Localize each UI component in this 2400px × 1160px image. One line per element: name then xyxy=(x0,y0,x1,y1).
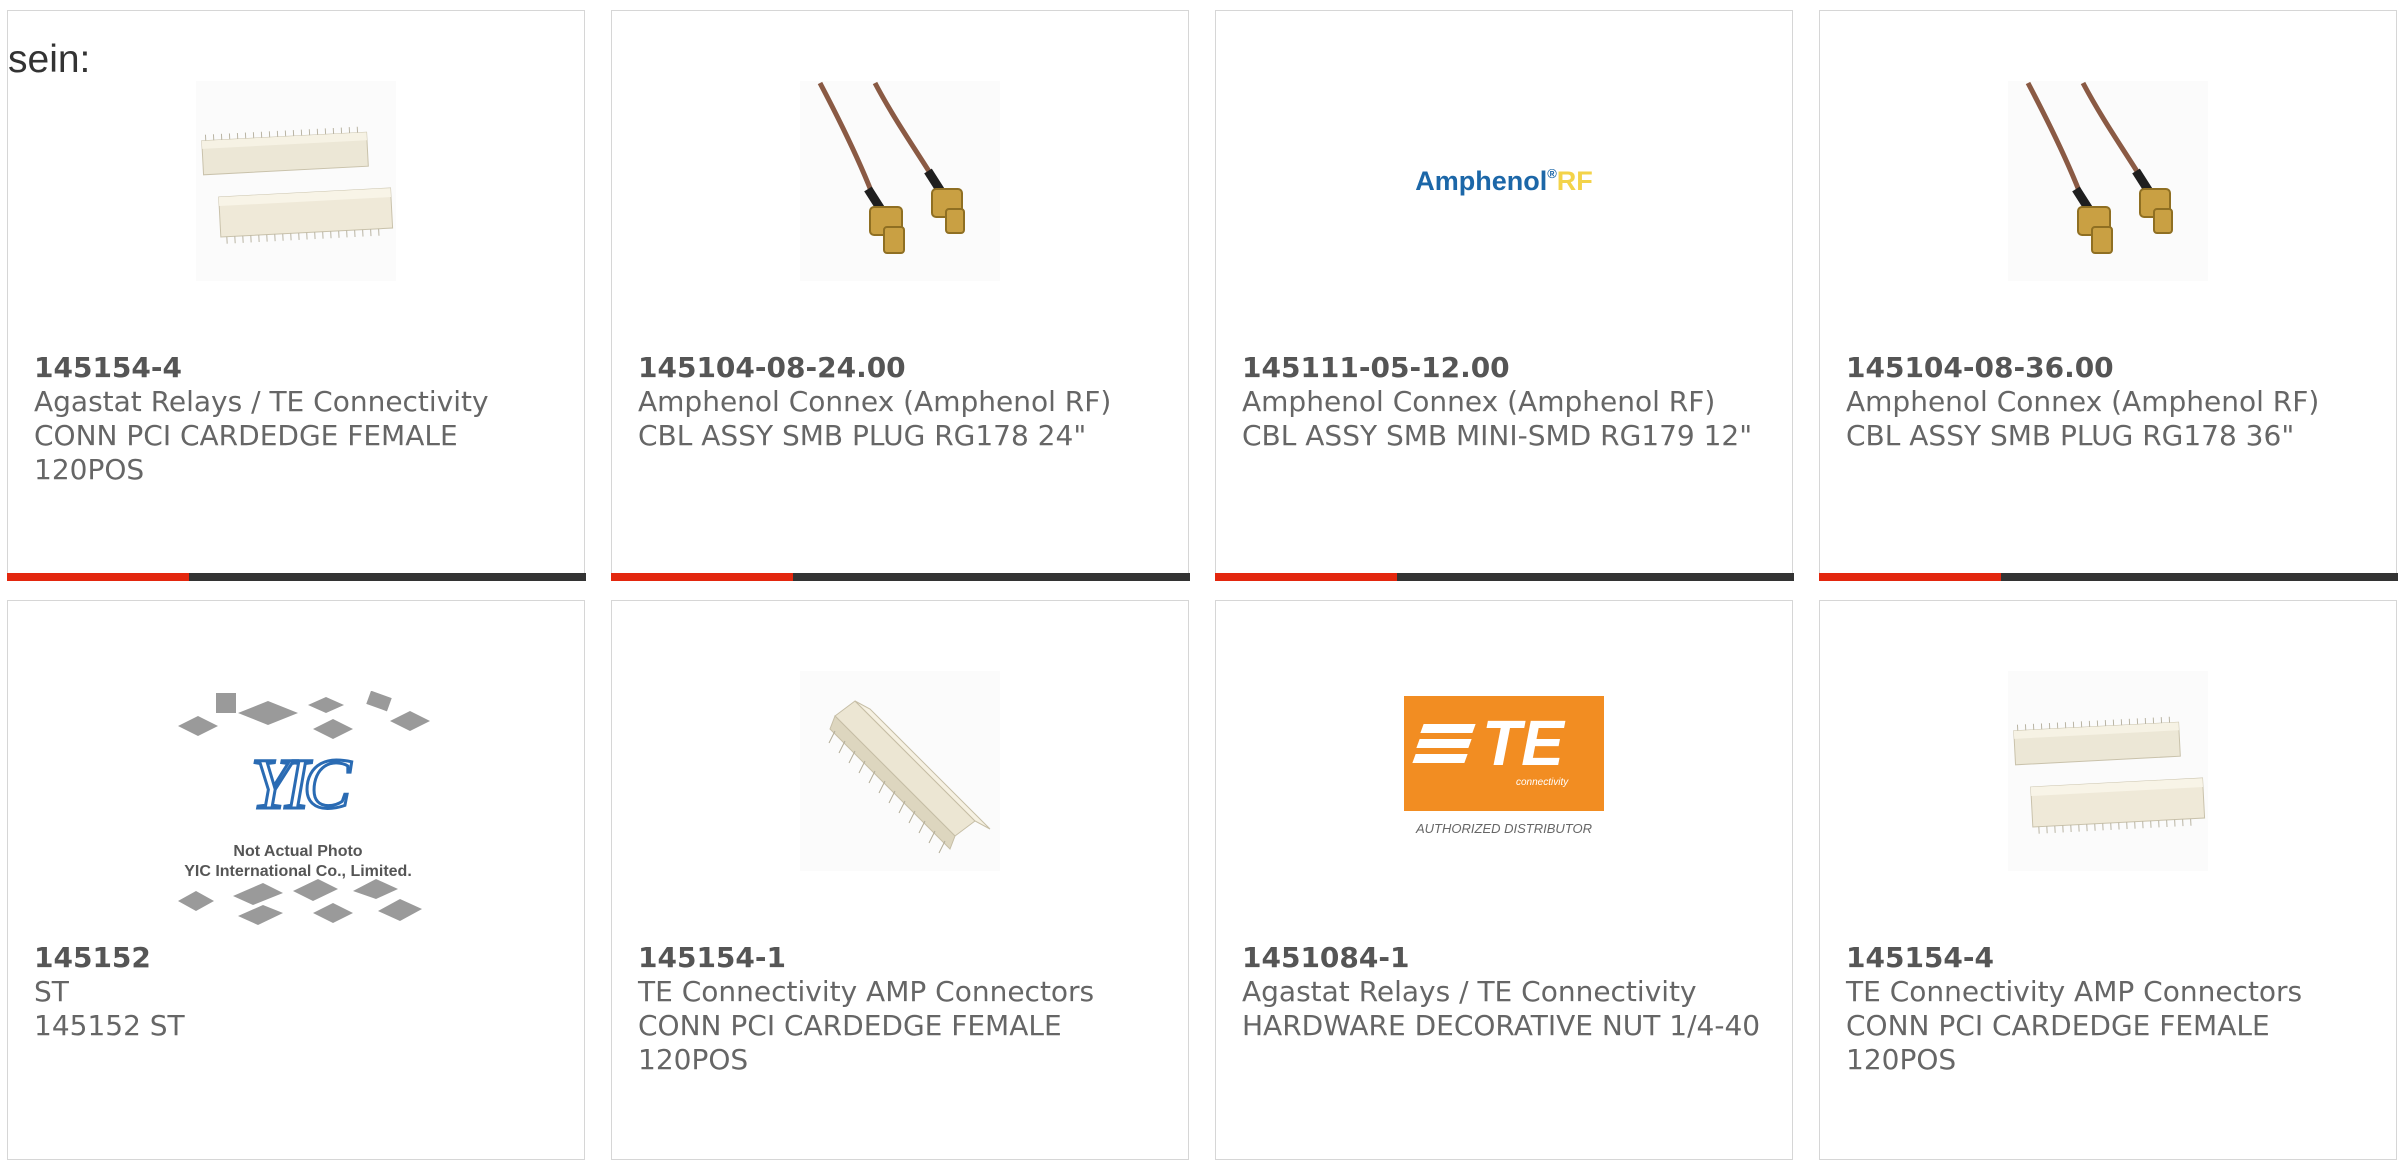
product-card[interactable]: 145154-4 TE Connectivity AMP Connectors … xyxy=(1819,600,2397,1160)
description: CONN PCI CARDEDGE FEMALE 120POS xyxy=(638,1009,1062,1076)
card-edge-connector-pair-icon xyxy=(2013,716,2206,834)
product-image[interactable] xyxy=(2008,671,2208,871)
description: CONN PCI CARDEDGE FEMALE 120POS xyxy=(1846,1009,2270,1076)
yic-placeholder-image: YIC Not Actual Photo YIC International C… xyxy=(158,691,438,931)
part-number[interactable]: 145154-4 xyxy=(1846,941,2366,975)
part-number[interactable]: 145154-4 xyxy=(34,351,554,385)
product-card[interactable]: 145104-08-36.00 Amphenol Connex (Ampheno… xyxy=(1818,10,2398,581)
product-card[interactable]: TE connectivity AUTHORIZED DISTRIBUTOR 1… xyxy=(1215,600,1793,1160)
part-number[interactable]: 145152 xyxy=(34,941,554,975)
product-image[interactable]: YIC Not Actual Photo YIC International C… xyxy=(158,691,438,931)
part-number[interactable]: 145154-1 xyxy=(638,941,1158,975)
description: CBL ASSY SMB MINI-SMD RG179 12" xyxy=(1242,419,1753,452)
card-accent-bar xyxy=(610,572,1190,581)
product-card[interactable]: 145154-1 TE Connectivity AMP Connectors … xyxy=(611,600,1189,1160)
part-number[interactable]: 145104-08-36.00 xyxy=(1846,351,2366,385)
card-edge-connector-pair-icon xyxy=(201,126,394,244)
card-accent-bar xyxy=(1214,572,1794,581)
description: CONN PCI CARDEDGE FEMALE 120POS xyxy=(34,419,458,486)
manufacturer: TE Connectivity AMP Connectors xyxy=(1846,975,2303,1008)
manufacturer: Agastat Relays / TE Connectivity xyxy=(1242,975,1697,1008)
amphenol-rf-logo: Amphenol®RF xyxy=(1415,165,1593,196)
card-accent-bar xyxy=(1818,572,2398,581)
card-edge-connector-single-icon xyxy=(828,700,991,854)
product-image[interactable] xyxy=(196,81,396,281)
part-number[interactable]: 145104-08-24.00 xyxy=(638,351,1158,385)
card-accent-bar xyxy=(6,572,586,581)
product-image[interactable]: Amphenol®RF xyxy=(1404,81,1604,281)
manufacturer: Amphenol Connex (Amphenol RF) xyxy=(638,385,1112,418)
manufacturer: Agastat Relays / TE Connectivity xyxy=(34,385,489,418)
product-image[interactable] xyxy=(2008,81,2208,281)
description: CBL ASSY SMB PLUG RG178 24" xyxy=(638,419,1087,452)
description: CBL ASSY SMB PLUG RG178 36" xyxy=(1846,419,2295,452)
product-card[interactable]: Amphenol®RF 145111-05-12.00 Amphenol Con… xyxy=(1214,10,1794,581)
te-connectivity-logo: TE connectivity AUTHORIZED DISTRIBUTOR xyxy=(1404,671,1604,871)
manufacturer: TE Connectivity AMP Connectors xyxy=(638,975,1095,1008)
rf-cable-assembly-icon xyxy=(817,81,965,254)
description: 145152 ST xyxy=(34,1009,185,1042)
rf-cable-assembly-icon xyxy=(2025,81,2173,254)
product-image[interactable] xyxy=(800,81,1000,281)
product-image[interactable] xyxy=(800,671,1000,871)
manufacturer: Amphenol Connex (Amphenol RF) xyxy=(1846,385,2320,418)
product-card[interactable]: 145154-4 Agastat Relays / TE Connectivit… xyxy=(6,10,586,581)
manufacturer: ST xyxy=(34,975,69,1008)
manufacturer: Amphenol Connex (Amphenol RF) xyxy=(1242,385,1716,418)
product-image[interactable]: TE connectivity AUTHORIZED DISTRIBUTOR xyxy=(1404,671,1604,871)
part-number[interactable]: 1451084-1 xyxy=(1242,941,1762,975)
yic-logo: YIC xyxy=(249,743,352,826)
part-number[interactable]: 145111-05-12.00 xyxy=(1242,351,1762,385)
product-card[interactable]: YIC Not Actual Photo YIC International C… xyxy=(7,600,585,1160)
product-card[interactable]: 145104-08-24.00 Amphenol Connex (Ampheno… xyxy=(610,10,1190,581)
intro-text: sein: xyxy=(8,38,91,81)
description: HARDWARE DECORATIVE NUT 1/4-40 xyxy=(1242,1009,1761,1042)
